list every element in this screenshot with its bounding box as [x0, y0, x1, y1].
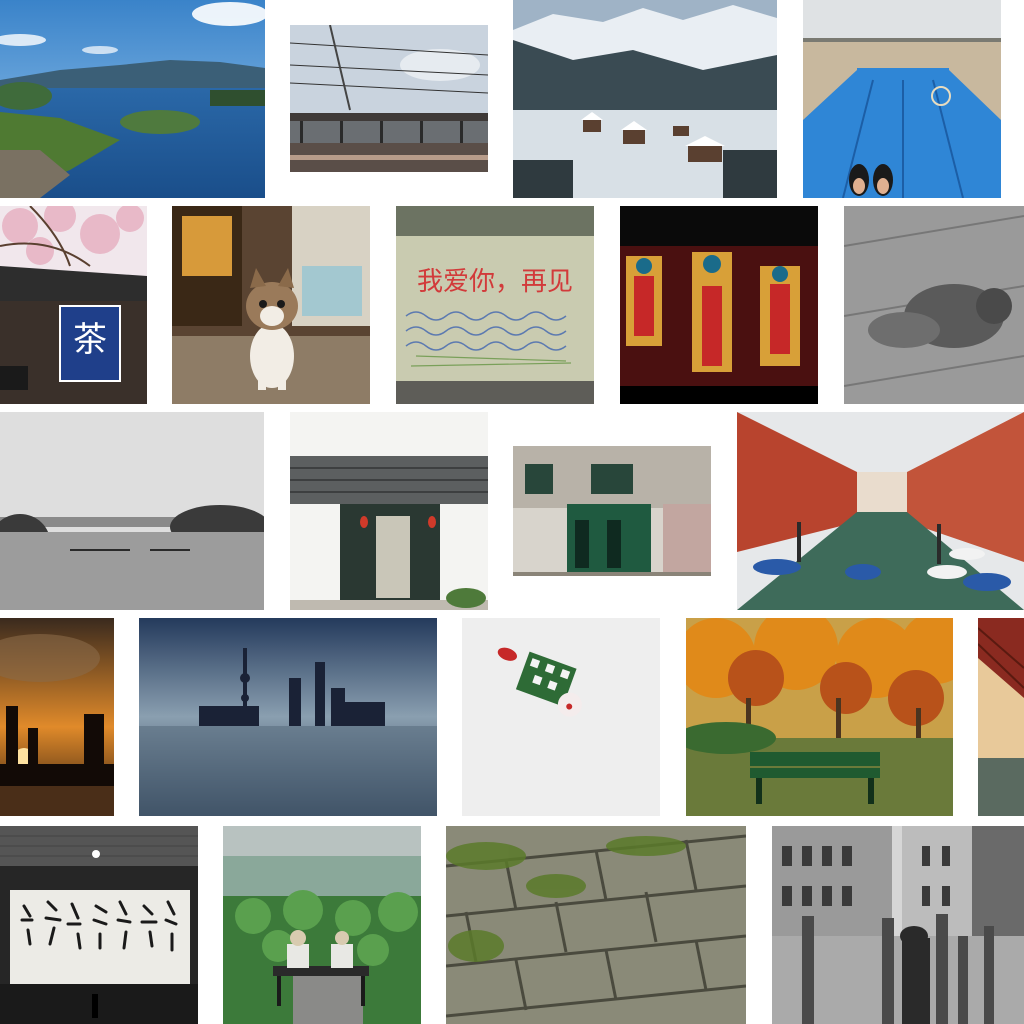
graffiti-wall-photo: 我爱你，再见: [396, 206, 594, 404]
tea-house-blossom-photo: 茶: [0, 206, 147, 404]
city-sunset-silhouette-photo: [0, 618, 114, 816]
autumn-park-bench-photo: [686, 618, 953, 816]
green-storefront-photo: [513, 446, 711, 576]
wall-text: 我爱你，再见: [417, 267, 573, 297]
venice-couple-bw-photo: [772, 826, 1024, 1024]
clown-doll-photo: [462, 618, 660, 816]
venice-canal-photo: [737, 412, 1024, 610]
snowy-village-photo: [513, 0, 777, 198]
chinese-doorway-photo: [290, 412, 488, 610]
calligraphy-wall-photo: [0, 826, 198, 1024]
lotus-pond-couple-photo: [223, 826, 421, 1024]
sleeping-squirrel-photo: [844, 206, 1024, 404]
blue-boat-bow-photo: [803, 0, 1001, 198]
mossy-brick-wall-photo: [446, 826, 746, 1024]
bridge-sea-photo: [978, 618, 1024, 816]
lake-islands-photo: [0, 0, 265, 198]
misty-lake-bw-photo: [0, 412, 264, 610]
shadow-puppets-photo: [620, 206, 818, 404]
railway-platform-photo: [290, 25, 488, 172]
tea-banner-text: 茶: [73, 320, 107, 360]
shanghai-skyline-photo: [139, 618, 437, 816]
cat-street-photo: [172, 206, 370, 404]
